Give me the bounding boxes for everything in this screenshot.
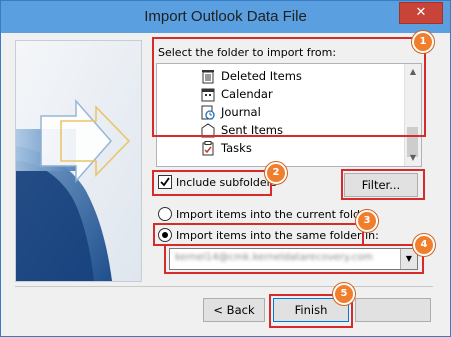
- scroll-down-icon[interactable]: ▼: [405, 150, 421, 166]
- highlight-account-dropdown: [164, 244, 424, 274]
- cancel-button[interactable]: [355, 298, 431, 322]
- radio-unselected-icon[interactable]: [158, 207, 172, 221]
- step-badge-5: 5: [333, 283, 355, 305]
- radio-current-label: Import items into the current folder: [176, 207, 372, 221]
- wizard-illustration: [15, 40, 142, 282]
- window-title: Import Outlook Data File: [144, 8, 307, 25]
- highlight-filter-button: [341, 169, 425, 200]
- step-badge-3: 3: [356, 210, 378, 232]
- close-button[interactable]: ✕: [399, 2, 443, 24]
- highlight-radio-same-folder: [153, 223, 364, 246]
- folder-item-label: Tasks: [221, 141, 252, 155]
- highlight-folder-list: [152, 37, 426, 137]
- step-badge-4: 4: [413, 234, 435, 256]
- step-badge-2: 2: [265, 162, 287, 184]
- folder-item-tasks[interactable]: Tasks: [201, 139, 252, 157]
- step-badge-1: 1: [412, 31, 434, 53]
- title-bar: Import Outlook Data File ✕: [1, 1, 450, 33]
- back-button[interactable]: < Back: [203, 298, 265, 322]
- import-dialog: Import Outlook Data File ✕ Select the fo…: [0, 0, 451, 337]
- highlight-include-subfolders: [152, 170, 272, 196]
- tasks-icon: [201, 140, 215, 156]
- dialog-content: Select the folder to import from: Delete…: [1, 31, 450, 336]
- footer-divider: [15, 286, 433, 287]
- radio-import-current-folder[interactable]: Import items into the current folder: [158, 207, 371, 221]
